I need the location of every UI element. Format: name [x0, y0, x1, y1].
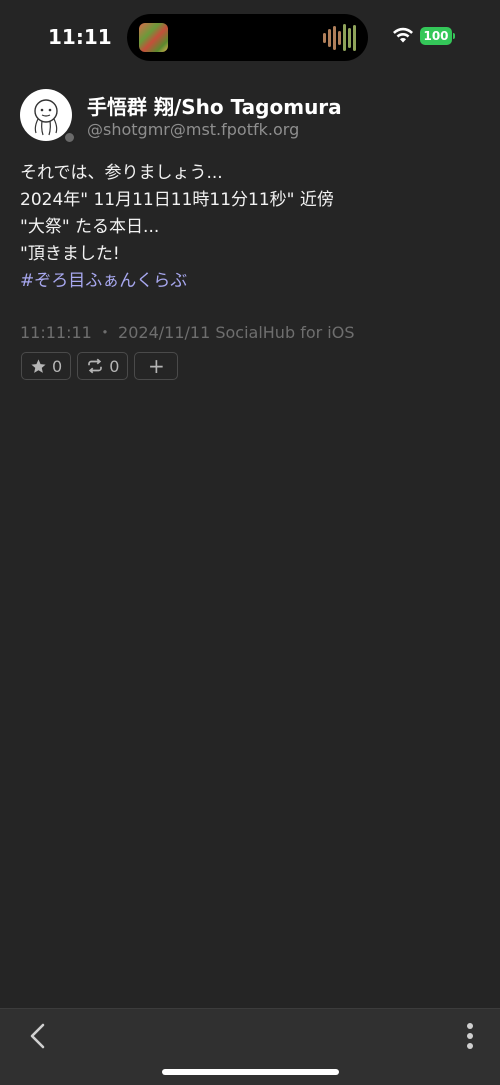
- repeat-icon: [88, 358, 103, 374]
- star-icon: [31, 358, 46, 373]
- favourite-button[interactable]: 0: [21, 352, 72, 380]
- post-content: それでは、参りましょう... 2024年" 11月11日11時11分11秒" 近…: [20, 160, 480, 295]
- bottom-toolbar: [0, 1008, 500, 1085]
- favourite-count: 0: [52, 356, 63, 376]
- home-indicator[interactable]: [162, 1069, 339, 1075]
- battery-cap: [453, 33, 455, 39]
- status-time: 11:11: [48, 25, 112, 49]
- vertical-ellipsis-icon[interactable]: [458, 1021, 482, 1051]
- post-line: それでは、参りましょう...: [20, 163, 223, 183]
- post-actions: 0 0 +: [21, 352, 179, 380]
- wifi-icon: [393, 27, 413, 43]
- add-reaction-button[interactable]: +: [134, 352, 179, 380]
- audio-waveform-icon: [323, 24, 356, 51]
- battery-indicator: 100: [420, 27, 452, 45]
- screen: 11:11 100 手悟群 翔/Sho Tagomura @shotgmr@ms…: [0, 0, 500, 1085]
- now-playing-artwork: [139, 23, 168, 52]
- plus-icon: +: [147, 354, 165, 378]
- boost-count: 0: [109, 356, 120, 376]
- dynamic-island[interactable]: [127, 14, 368, 61]
- account-handle[interactable]: @shotgmr@mst.fpotfk.org: [87, 120, 299, 139]
- display-name[interactable]: 手悟群 翔/Sho Tagomura: [87, 91, 342, 120]
- post-line: 2024年" 11月11日11時11分11秒" 近傍: [20, 190, 334, 210]
- hashtag-link[interactable]: #ぞろ目ふぁんくらぶ: [20, 268, 480, 295]
- status-bar: 11:11 100: [0, 0, 500, 75]
- avatar-status-dot: [63, 131, 76, 144]
- chevron-left-icon[interactable]: [24, 1021, 54, 1051]
- post-line: "頂きました!: [20, 244, 120, 264]
- post-line: "大祭" たる本日...: [20, 217, 160, 237]
- boost-button[interactable]: 0: [77, 352, 129, 380]
- post-meta: 11:11:11 ・ 2024/11/11 SocialHub for iOS: [20, 323, 355, 342]
